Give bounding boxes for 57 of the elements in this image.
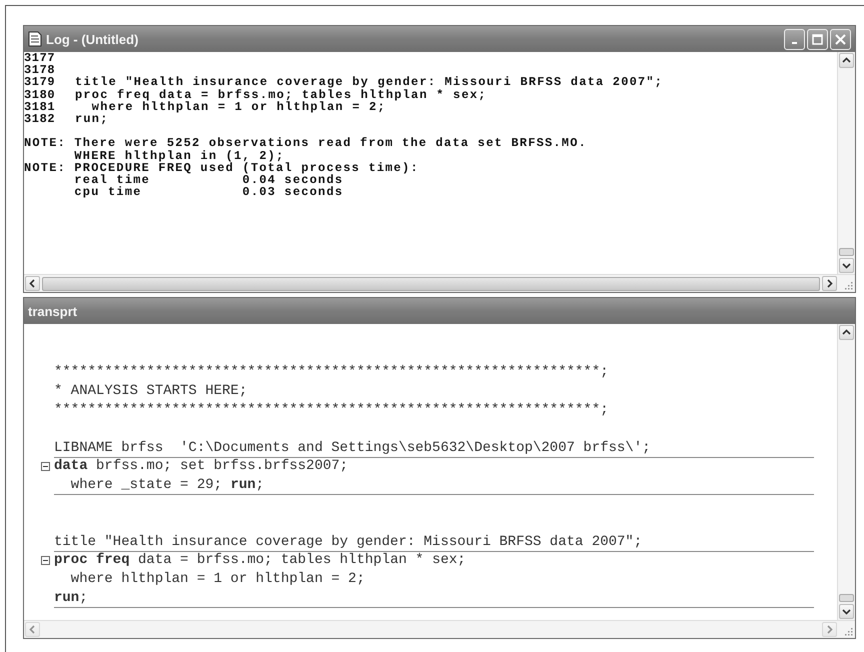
log-code-line: title "Health insurance coverage by gender: Missouri BRFSS data 2007";	[75, 76, 664, 89]
log-note-line: WHERE hlthplan in (1, 2);	[73, 150, 284, 162]
caret-right-icon	[825, 625, 834, 634]
window-title: transprt	[28, 304, 78, 318]
caret-down-icon	[842, 261, 851, 270]
scroll-down-button[interactable]	[839, 258, 854, 273]
vertical-scrollbar[interactable]	[837, 52, 855, 274]
collapse-icon[interactable]	[41, 462, 50, 471]
scroll-thumb[interactable]	[839, 248, 854, 256]
line-number: 3177	[24, 52, 56, 64]
minimize-icon	[792, 42, 797, 44]
log-note-line: NOTE: PROCEDURE FREQ used (Total process time):	[24, 162, 419, 174]
scroll-up-button[interactable]	[839, 325, 854, 340]
log-code-line: proc freq data = brfss.mo; tables hlthplan * sex;	[75, 88, 487, 101]
code-line: where _state = 29; run;	[70, 477, 264, 494]
line-number: 3182	[24, 112, 56, 126]
log-code-line: run;	[75, 112, 109, 126]
minimize-button[interactable]	[784, 28, 805, 50]
comment-line: *****************************************************************;	[54, 364, 608, 380]
horizontal-scrollbar[interactable]	[24, 274, 855, 292]
code-line: LIBNAME brfss 'C:\Documents and Settings\seb5632\Desktop\2007 brfss\';	[54, 440, 650, 456]
log-note-line: NOTE: There were 5252 observations read from the data set BRFSS.MO.	[24, 137, 587, 150]
line-number: 3180	[24, 88, 56, 101]
code-line: where hlthplan = 1 or hlthplan = 2;	[70, 571, 365, 588]
comment-line: * ANALYSIS STARTS HERE;	[54, 383, 248, 400]
code-line: data brfss.mo; set brfss.brfss2007;	[54, 458, 348, 474]
close-button[interactable]	[830, 28, 851, 50]
scroll-left-button[interactable]	[25, 276, 40, 291]
line-number: 3179	[24, 76, 56, 89]
log-code-line: where hlthplan = 1 or hlthplan = 2;	[92, 100, 386, 113]
document-icon	[28, 31, 42, 47]
horizontal-scrollbar[interactable]	[24, 620, 855, 638]
scroll-track[interactable]	[42, 276, 820, 290]
window-title: Log - (Untitled)	[46, 32, 138, 46]
caret-right-icon	[825, 279, 834, 288]
scroll-up-button[interactable]	[839, 53, 854, 68]
scroll-down-button[interactable]	[839, 604, 854, 619]
line-number: 3181	[24, 100, 56, 113]
maximize-icon	[812, 34, 823, 44]
vertical-scrollbar[interactable]	[837, 324, 855, 620]
caret-up-icon	[842, 328, 851, 337]
caret-left-icon	[28, 279, 37, 288]
collapse-icon[interactable]	[41, 556, 50, 565]
log-note-line: cpu time 0.03 seconds	[73, 186, 344, 198]
code-line: run;	[54, 590, 88, 606]
close-icon	[835, 34, 846, 44]
line-number: 3178	[24, 64, 56, 76]
comment-line: *****************************************************************;	[54, 402, 608, 418]
caret-left-icon	[28, 625, 37, 634]
scroll-right-button[interactable]	[822, 276, 837, 291]
maximize-button[interactable]	[807, 28, 828, 50]
scroll-thumb[interactable]	[839, 594, 854, 602]
log-note-line: real time 0.04 seconds	[73, 174, 344, 186]
caret-up-icon	[842, 56, 851, 65]
code-line: proc freq data = brfss.mo; tables hlthplan * sex;	[54, 552, 466, 568]
code-line: title "Health insurance coverage by gender: Missouri BRFSS data 2007";	[54, 534, 642, 550]
caret-down-icon	[842, 607, 851, 616]
